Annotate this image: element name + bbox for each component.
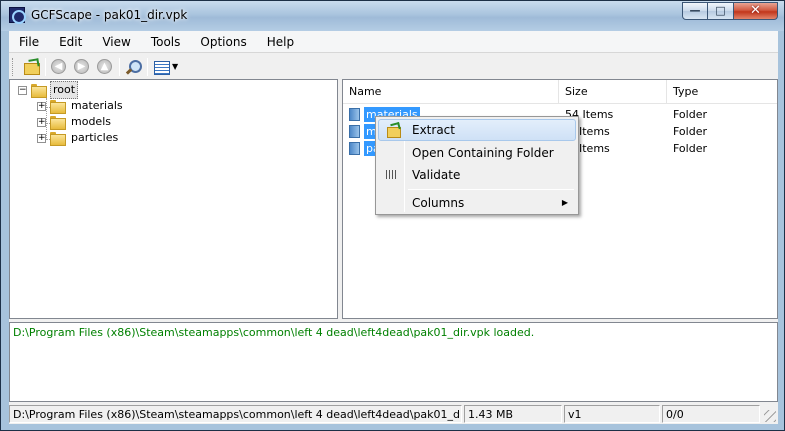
menu-edit[interactable]: Edit — [49, 31, 92, 52]
toolbar-separator — [119, 58, 120, 76]
item-type: Folder — [673, 125, 707, 138]
folder-icon — [349, 108, 360, 121]
folder-icon — [349, 125, 360, 138]
collapse-icon[interactable]: − — [18, 85, 27, 95]
menu-separator — [408, 189, 574, 190]
caption-buttons: — □ ✕ — [682, 2, 778, 21]
menu-options[interactable]: Options — [190, 31, 256, 52]
menu-file[interactable]: File — [9, 31, 49, 52]
menu-item-extract[interactable]: Extract — [378, 119, 576, 141]
expand-icon[interactable]: + — [37, 133, 46, 143]
menu-item-columns[interactable]: Columns ▶ — [378, 192, 576, 214]
item-size: Items — [579, 125, 610, 138]
tree-node-materials[interactable]: + materials — [37, 98, 125, 114]
toolbar-separator — [147, 58, 148, 76]
expand-icon[interactable]: + — [37, 101, 46, 111]
up-button[interactable]: ▲ — [95, 58, 115, 76]
menu-help[interactable]: Help — [257, 31, 304, 52]
gcfscape-app-icon[interactable] — [9, 7, 26, 24]
close-button[interactable]: ✕ — [734, 2, 778, 20]
menu-item-label: Columns — [412, 196, 465, 210]
toolbar-grip[interactable] — [12, 58, 15, 76]
status-version: v1 — [564, 405, 660, 423]
context-menu: Extract Open Containing Folder Validate … — [375, 116, 579, 215]
menu-item-validate[interactable]: Validate — [378, 164, 576, 186]
menu-item-open-containing-folder[interactable]: Open Containing Folder — [378, 142, 576, 164]
column-header-name[interactable]: Name — [343, 80, 559, 104]
submenu-arrow-icon: ▶ — [561, 198, 568, 207]
folder-icon — [349, 142, 360, 155]
tree-node-root[interactable]: − root — [18, 81, 79, 99]
item-size: Items — [579, 142, 610, 155]
tree-label-models[interactable]: models — [69, 114, 113, 130]
menu-item-label: Open Containing Folder — [412, 146, 554, 160]
item-type: Folder — [673, 108, 707, 121]
window-title: GCFScape - pak01_dir.vpk — [31, 8, 188, 22]
menu-view[interactable]: View — [92, 31, 140, 52]
minimize-button[interactable]: — — [682, 2, 708, 20]
folder-icon — [49, 99, 66, 114]
tree-node-particles[interactable]: + particles — [37, 130, 120, 146]
app-window: GCFScape - pak01_dir.vpk — □ ✕ File Edit… — [0, 0, 785, 431]
tree-label-particles[interactable]: particles — [69, 130, 120, 146]
open-icon[interactable] — [21, 58, 41, 76]
toolbar: ◀ ▶ ▲ ▼ — [9, 54, 778, 80]
folder-icon — [30, 83, 47, 98]
menu-tools[interactable]: Tools — [141, 31, 191, 52]
column-headers: Name Size Type — [343, 80, 777, 104]
status-path: D:\Program Files (x86)\Steam\steamapps\c… — [9, 405, 462, 423]
forward-button[interactable]: ▶ — [72, 58, 92, 76]
minimize-icon: — — [689, 4, 701, 17]
view-mode-button[interactable]: ▼ — [152, 58, 180, 76]
menu-item-label: Extract — [412, 123, 455, 137]
tree-label-root[interactable]: root — [50, 81, 79, 99]
back-button[interactable]: ◀ — [49, 58, 69, 76]
tree-label-materials[interactable]: materials — [69, 98, 125, 114]
validate-icon — [386, 170, 397, 179]
close-icon: ✕ — [750, 3, 761, 18]
forward-icon: ▶ — [74, 59, 89, 74]
extract-icon — [385, 123, 401, 138]
up-icon: ▲ — [97, 59, 112, 74]
title-bar[interactable]: GCFScape - pak01_dir.vpk — □ ✕ — [1, 1, 784, 31]
menu-item-label: Validate — [412, 168, 461, 182]
client-area: File Edit View Tools Options Help ◀ ▶ ▲ … — [9, 31, 778, 424]
item-type: Folder — [673, 142, 707, 155]
column-header-size[interactable]: Size — [559, 80, 667, 104]
toolbar-separator — [45, 58, 46, 76]
folder-icon — [49, 131, 66, 146]
maximize-icon: □ — [715, 4, 726, 17]
folder-tree[interactable]: − root + materials + models + particles — [9, 79, 338, 319]
folder-icon — [49, 115, 66, 130]
log-line: D:\Program Files (x86)\Steam\steamapps\c… — [13, 326, 535, 339]
chevron-down-icon: ▼ — [172, 62, 179, 71]
maximize-button[interactable]: □ — [708, 2, 734, 20]
back-icon: ◀ — [51, 59, 66, 74]
menu-bar: File Edit View Tools Options Help — [9, 31, 778, 53]
column-header-type[interactable]: Type — [667, 80, 777, 104]
status-size: 1.43 MB — [464, 405, 562, 423]
status-bar: D:\Program Files (x86)\Steam\steamapps\c… — [9, 404, 778, 424]
status-count: 0/0 — [662, 405, 760, 423]
resize-grip[interactable] — [764, 410, 776, 422]
tree-node-models[interactable]: + models — [37, 114, 113, 130]
expand-icon[interactable]: + — [37, 117, 46, 127]
log-pane[interactable]: D:\Program Files (x86)\Steam\steamapps\c… — [9, 322, 778, 402]
find-icon[interactable] — [123, 58, 143, 76]
